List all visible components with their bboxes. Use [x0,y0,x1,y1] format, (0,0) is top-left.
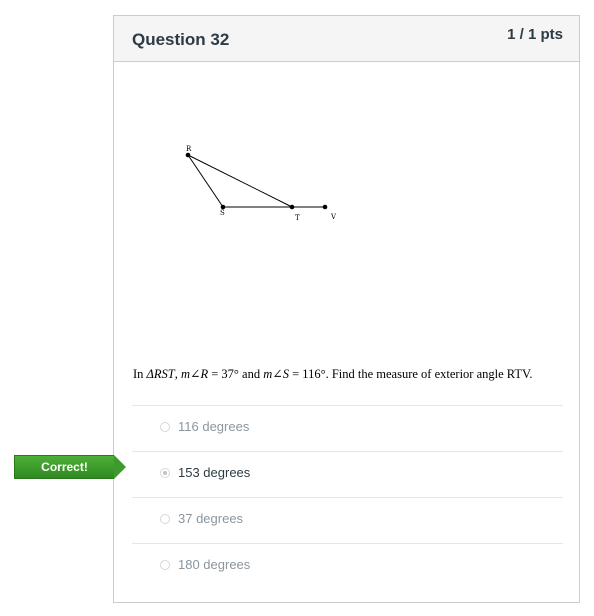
point-r [185,152,191,158]
label-s: S [220,209,225,217]
correct-flag-label: Correct! [14,455,114,479]
answer-label: 116 degrees [178,419,250,434]
radio-button[interactable] [160,422,170,432]
answer-option[interactable]: 116 degrees [132,405,563,451]
answer-option[interactable]: 180 degrees [132,543,563,589]
label-r: R [186,145,192,153]
flag-arrow-icon [114,455,126,479]
answer-option[interactable]: 37 degrees [132,497,563,543]
value-s: = 116°. Find the measure of exterior ang… [289,367,533,381]
angle-s: m∠S [263,367,289,381]
radio-button[interactable] [160,560,170,570]
radio-button[interactable] [160,468,170,478]
point-t [289,204,295,210]
answer-option[interactable]: 153 degrees [132,451,563,497]
text-prefix: In [133,367,147,381]
triangle-name: ΔRST [146,367,175,381]
answer-label: 37 degrees [178,511,244,526]
answer-label: 180 degrees [178,557,251,572]
answer-label: 153 degrees [178,465,251,480]
question-text: In ΔRST, m∠R = 37° and m∠S = 116°. Find … [133,366,533,382]
radio-button[interactable] [160,514,170,524]
point-v [322,204,328,210]
label-t: T [295,214,300,222]
segment-rs [187,154,224,208]
triangle-figure: R S T V [185,145,337,222]
answer-list: 116 degrees 153 degrees 37 degrees 180 d… [132,405,563,589]
segment-rt [187,154,293,208]
correct-answer-flag: Correct! [14,455,126,479]
value-r: = 37° and [208,367,264,381]
label-v: V [330,213,337,221]
question-card: Question 32 1 / 1 pts R S T V In ΔRST, m… [113,15,580,603]
angle-r: m∠R [180,367,209,381]
